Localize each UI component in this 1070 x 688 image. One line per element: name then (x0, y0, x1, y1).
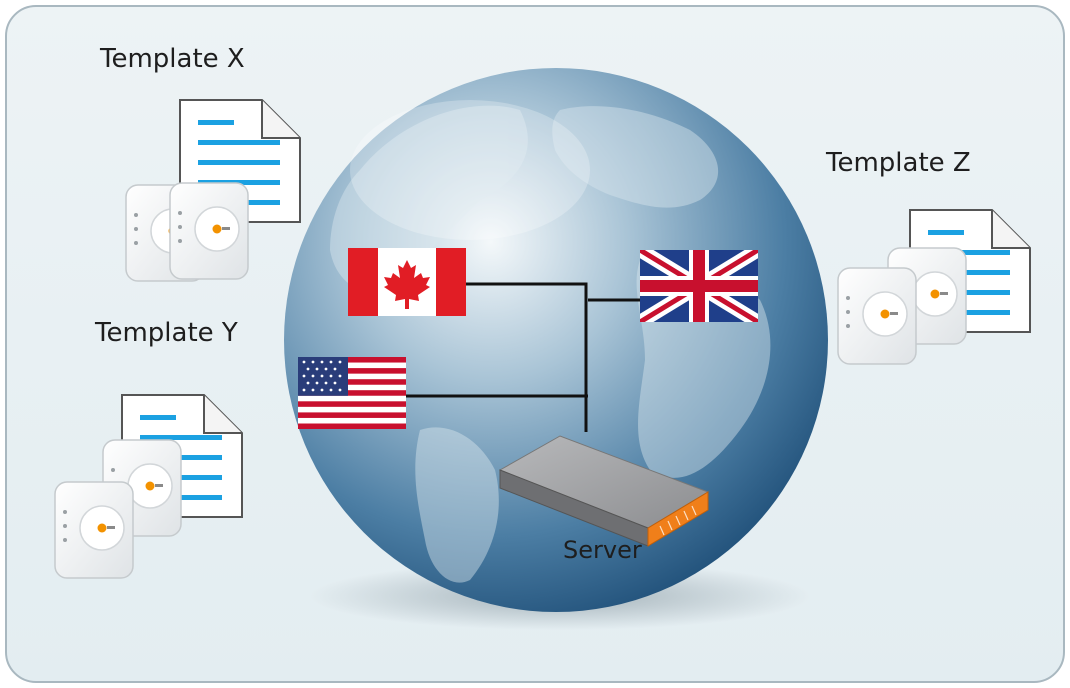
globe (284, 68, 828, 612)
template-z-label: Template Z (826, 148, 971, 178)
access-point-icon (169, 182, 249, 280)
access-point-icon (54, 481, 134, 579)
access-point-icon (837, 267, 917, 365)
template-x-label: Template X (100, 44, 245, 74)
uk-flag (640, 250, 758, 322)
template-y-label: Template Y (95, 318, 238, 348)
usa-flag (298, 357, 406, 429)
canada-flag (348, 248, 466, 316)
server-label: Server (563, 536, 642, 564)
